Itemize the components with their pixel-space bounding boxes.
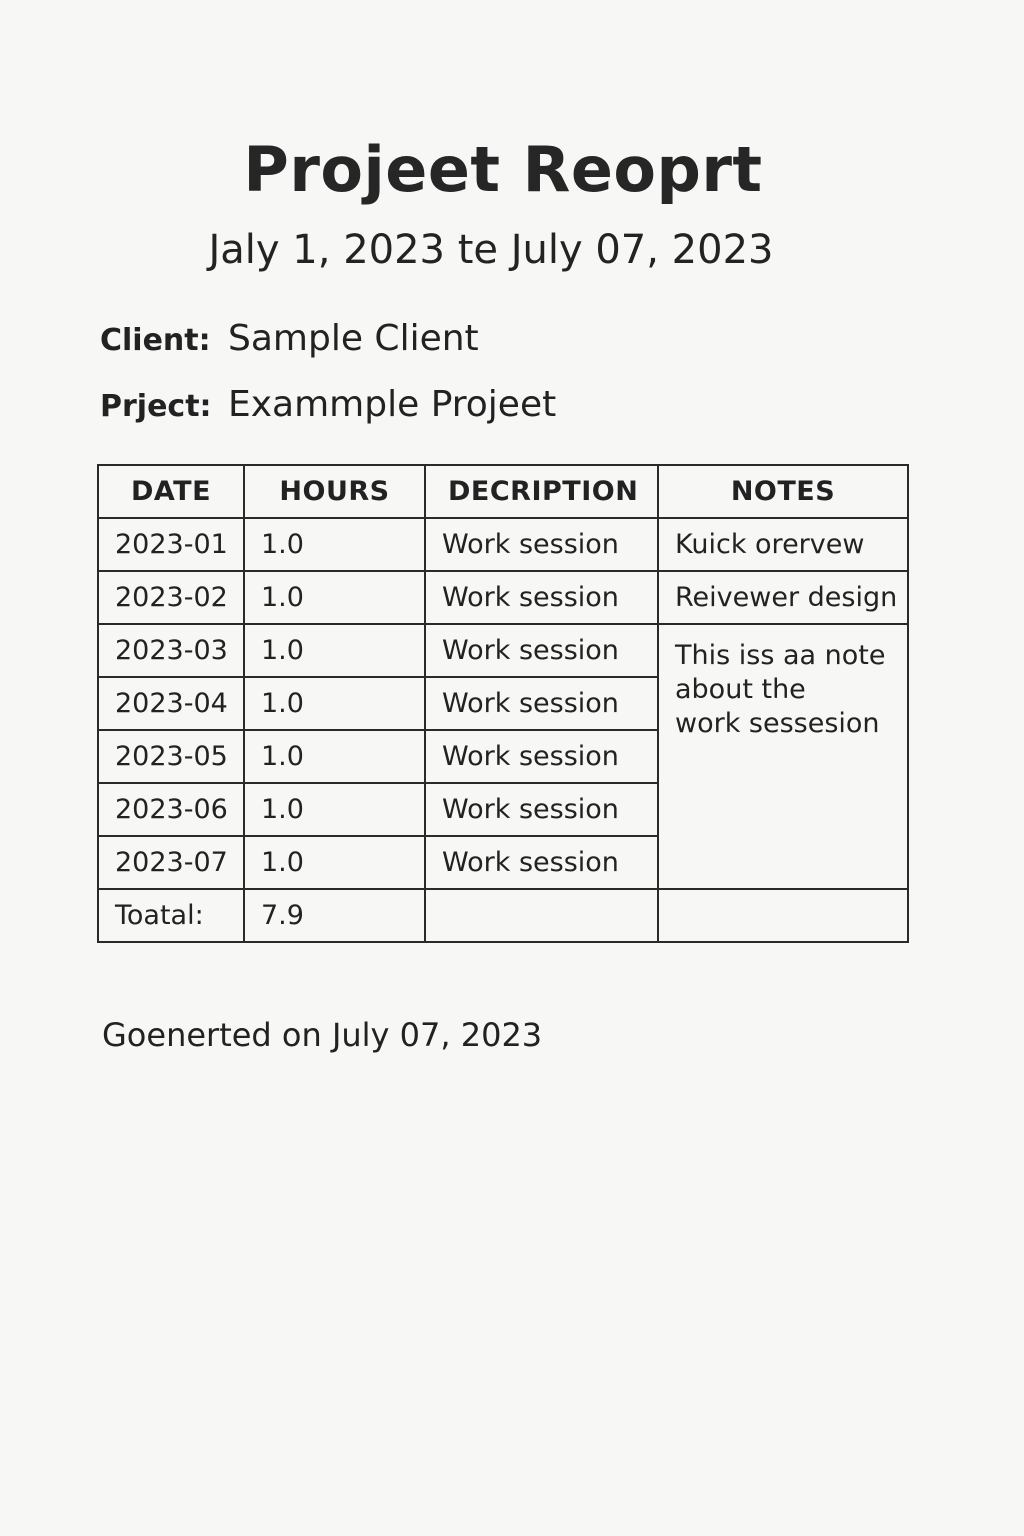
column-header-description: DECRIPTION	[424, 464, 659, 519]
column-header-hours: HOURS	[243, 464, 426, 519]
date-cell: 2023-05	[97, 729, 245, 784]
note-line: This iss aa note	[675, 640, 886, 671]
page-title: Projeet Reoprt	[243, 133, 763, 206]
empty-cell	[657, 888, 909, 943]
date-range: Jaly 1, 2023 te July 07, 2023	[208, 227, 774, 273]
notes-cell: Kuick orervew	[657, 517, 909, 572]
table-header-row: DATE HOURS DECRIPTION NOTES	[97, 464, 909, 519]
description-cell: Work session	[424, 517, 659, 572]
column-header-notes: NOTES	[657, 464, 909, 519]
column-header-date: DATE	[97, 464, 245, 519]
hours-cell: 1.0	[243, 517, 426, 572]
total-label: Toatal:	[97, 888, 245, 943]
hours-cell: 1.0	[243, 729, 426, 784]
client-row: Client: Sample Client	[100, 318, 479, 359]
note-line: work sessesion	[675, 708, 880, 739]
description-cell: Work session	[424, 782, 659, 837]
date-cell: 2023-02	[97, 570, 245, 625]
client-label: Client:	[100, 323, 211, 358]
date-cell: 2023-04	[97, 676, 245, 731]
empty-cell	[424, 888, 659, 943]
report-page: Projeet Reoprt Jaly 1, 2023 te July 07, …	[0, 0, 1024, 1536]
project-row: Prject: Exammple Projeet	[100, 384, 556, 425]
project-value: Exammple Projeet	[228, 384, 557, 425]
total-hours: 7.9	[243, 888, 426, 943]
merged-notes-cell: This iss aa note about the work sessesio…	[657, 623, 909, 890]
date-cell: 2023-03	[97, 623, 245, 678]
hours-cell: 1.0	[243, 570, 426, 625]
total-row: Toatal: 7.9	[97, 888, 909, 943]
generated-date: Goenerted on July 07, 2023	[102, 1016, 543, 1054]
hours-cell: 1.0	[243, 676, 426, 731]
table-row: 2023-01 1.0 Work session Kuick orervew	[97, 517, 909, 572]
hours-cell: 1.0	[243, 623, 426, 678]
description-cell: Work session	[424, 570, 659, 625]
client-value: Sample Client	[228, 318, 479, 359]
description-cell: Work session	[424, 835, 659, 890]
hours-cell: 1.0	[243, 835, 426, 890]
notes-cell: Reivewer design	[657, 570, 909, 625]
description-cell: Work session	[424, 676, 659, 731]
table-row: 2023-02 1.0 Work session Reivewer design	[97, 570, 909, 625]
hours-cell: 1.0	[243, 782, 426, 837]
project-label: Prject:	[100, 389, 212, 424]
date-cell: 2023-07	[97, 835, 245, 890]
description-cell: Work session	[424, 729, 659, 784]
note-line: about the	[675, 674, 806, 705]
description-cell: Work session	[424, 623, 659, 678]
date-cell: 2023-06	[97, 782, 245, 837]
date-cell: 2023-01	[97, 517, 245, 572]
report-table: DATE HOURS DECRIPTION NOTES 2023-01 1.0 …	[97, 464, 909, 943]
table-row: 2023-03 1.0 Work session This iss aa not…	[97, 623, 909, 890]
